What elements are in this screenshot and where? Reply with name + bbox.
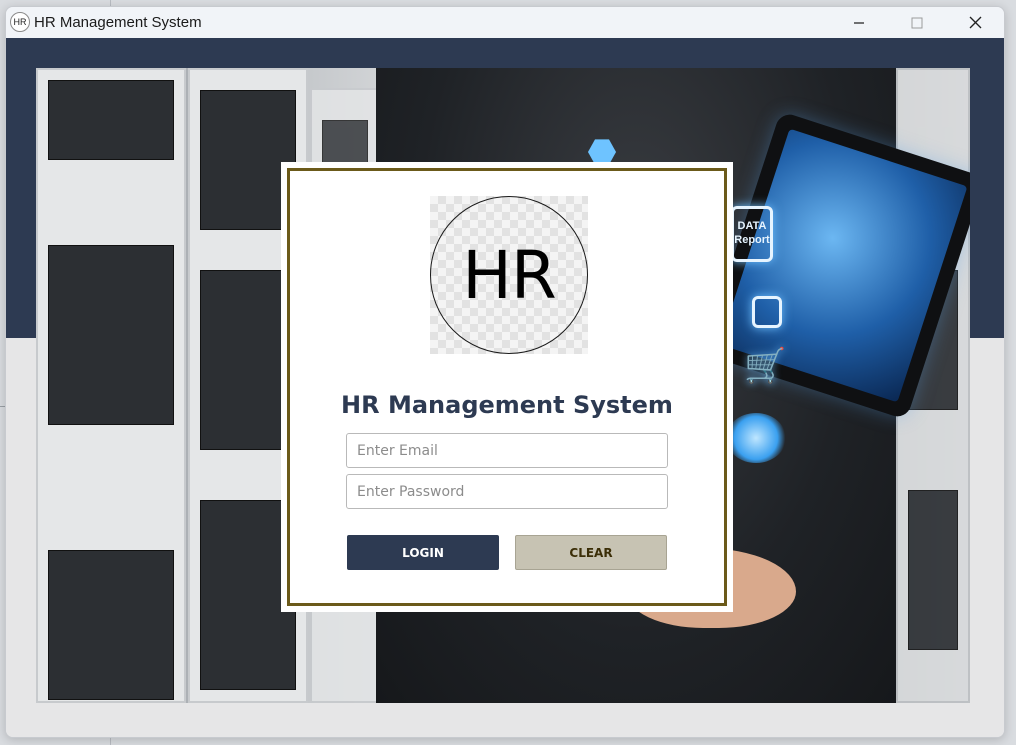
maximize-button[interactable] bbox=[894, 7, 940, 38]
data-report-label: DATA Report bbox=[734, 220, 770, 246]
window-title: HR Management System bbox=[34, 14, 202, 31]
shopping-cart-icon: 🛒 bbox=[744, 347, 787, 385]
close-button[interactable] bbox=[952, 7, 998, 38]
minimize-icon bbox=[854, 21, 864, 24]
maximize-icon bbox=[911, 17, 923, 28]
server-rack-image bbox=[36, 68, 186, 703]
minimize-button[interactable] bbox=[836, 7, 882, 38]
app-window: HR HR Management System DATA Report 🛒 HR… bbox=[5, 6, 1005, 738]
hr-logo-text: HR bbox=[430, 196, 588, 354]
login-button[interactable]: LOGIN bbox=[347, 535, 499, 570]
close-icon bbox=[969, 16, 981, 29]
data-report-icon: DATA Report bbox=[731, 206, 773, 262]
login-title: HR Management System bbox=[341, 391, 673, 419]
password-field[interactable] bbox=[346, 474, 668, 509]
title-bar[interactable]: HR HR Management System bbox=[6, 7, 1004, 38]
login-card: HR HR Management System LOGIN CLEAR bbox=[281, 162, 733, 612]
clear-button[interactable]: CLEAR bbox=[515, 535, 667, 570]
hr-logo: HR bbox=[430, 196, 588, 354]
camera-icon bbox=[752, 296, 782, 328]
globe-icon bbox=[726, 413, 786, 463]
app-logo-icon: HR bbox=[10, 12, 30, 32]
email-field[interactable] bbox=[346, 433, 668, 468]
login-panel: HR HR Management System LOGIN CLEAR bbox=[287, 168, 727, 606]
